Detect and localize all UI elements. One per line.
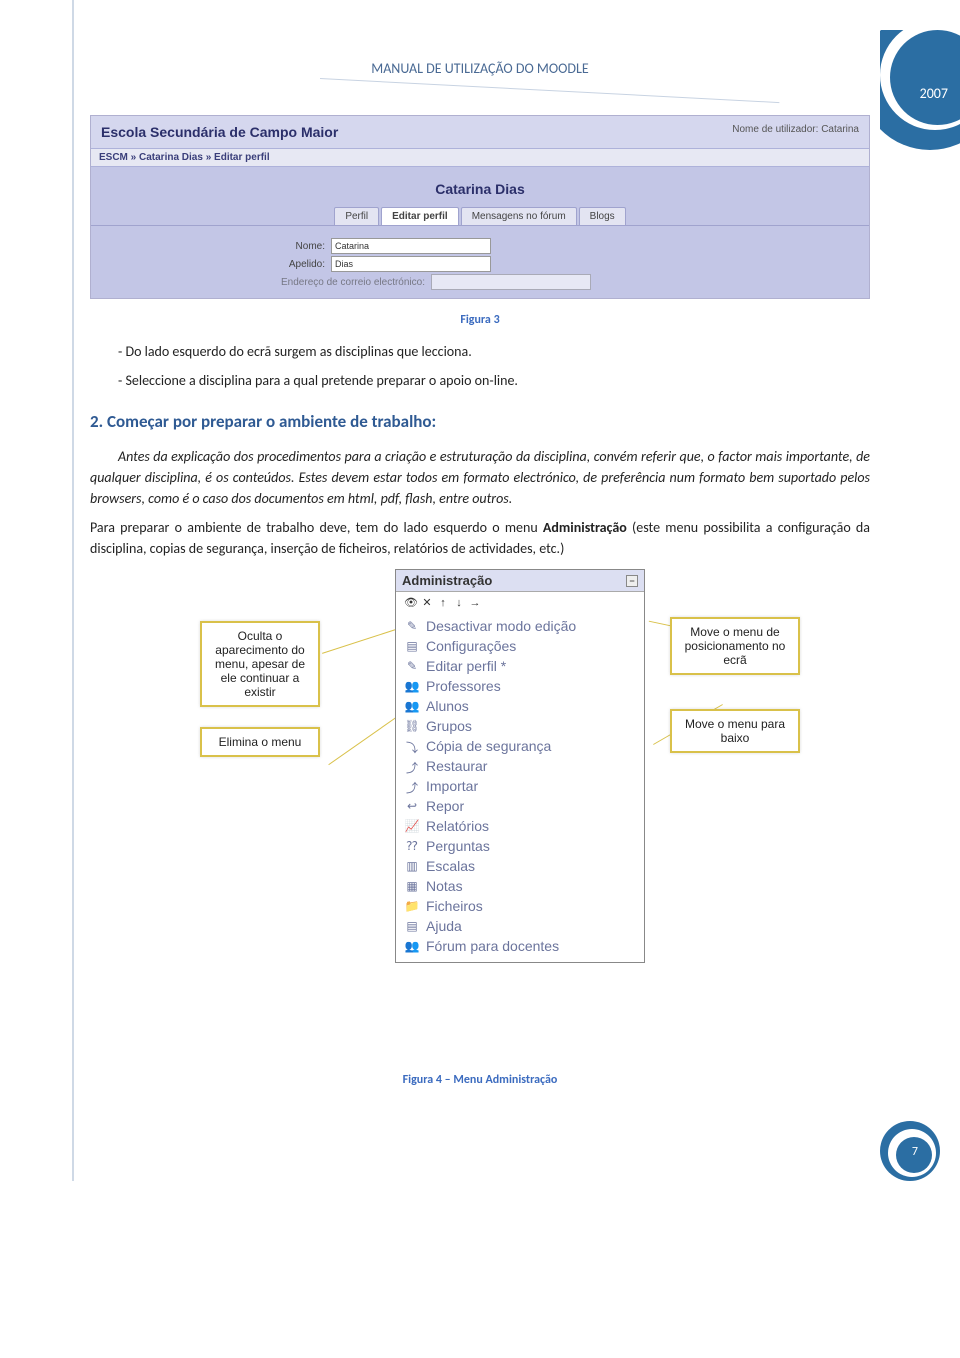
callout-delete: Elimina o menu bbox=[200, 727, 320, 757]
admin-item-ajuda[interactable]: ▤Ajuda bbox=[404, 916, 636, 936]
edit-icon: ✎ bbox=[404, 659, 420, 673]
school-name: Escola Secundária de Campo Maior bbox=[101, 124, 338, 140]
admin-item-importar[interactable]: ⤴Importar bbox=[404, 776, 636, 796]
screenshot-profile: Escola Secundária de Campo Maior Nome de… bbox=[90, 115, 870, 299]
paragraph-4: Para preparar o ambiente de trabalho dev… bbox=[90, 517, 870, 559]
edit-icon: ✎ bbox=[404, 619, 420, 633]
people-icon: 👥 bbox=[404, 699, 420, 713]
label-email: Endereço de correio electrónico: bbox=[211, 277, 431, 288]
label-nome: Nome: bbox=[211, 241, 331, 252]
grades-icon: ▦ bbox=[404, 879, 420, 893]
tabs-row: Perfil Editar perfil Mensagens no fórum … bbox=[91, 207, 869, 225]
right-arrow-icon[interactable]: → bbox=[468, 596, 482, 610]
scale-icon: ▥ bbox=[404, 859, 420, 873]
admin-item-forum[interactable]: 👥Fórum para docentes bbox=[404, 936, 636, 956]
restore-icon: ⤴ bbox=[404, 759, 420, 773]
import-icon: ⤴ bbox=[404, 779, 420, 793]
admin-item-desactivar[interactable]: ✎Desactivar modo edição bbox=[404, 616, 636, 636]
tab-mensagens[interactable]: Mensagens no fórum bbox=[461, 207, 577, 225]
input-email[interactable] bbox=[431, 274, 591, 290]
admin-item-restaurar[interactable]: ⤴Restaurar bbox=[404, 756, 636, 776]
tab-perfil[interactable]: Perfil bbox=[334, 207, 379, 225]
profile-name: Catarina Dias bbox=[91, 167, 869, 207]
page-number: 7 bbox=[912, 1145, 918, 1159]
label-apelido: Apelido: bbox=[211, 259, 331, 270]
admin-item-backup[interactable]: ⤵Cópia de segurança bbox=[404, 736, 636, 756]
admin-list: ✎Desactivar modo edição ▤Configurações ✎… bbox=[396, 614, 644, 962]
callout-hide: Oculta o aparecimento do menu, apesar de… bbox=[200, 621, 320, 707]
admin-item-grupos[interactable]: ⛓Grupos bbox=[404, 716, 636, 736]
paragraph-2: - Seleccione a disciplina para a qual pr… bbox=[90, 370, 870, 391]
admin-block-title: Administração bbox=[402, 573, 492, 588]
up-arrow-icon[interactable]: ↑ bbox=[436, 596, 450, 610]
admin-item-ficheiros[interactable]: 📁Ficheiros bbox=[404, 896, 636, 916]
admin-item-alunos[interactable]: 👥Alunos bbox=[404, 696, 636, 716]
input-nome[interactable] bbox=[331, 238, 491, 254]
group-icon: ⛓ bbox=[404, 719, 420, 733]
admin-item-escalas[interactable]: ▥Escalas bbox=[404, 856, 636, 876]
paragraph-3: Antes da explicação dos procedimentos pa… bbox=[90, 446, 870, 509]
page-margin-line bbox=[72, 0, 74, 1181]
admin-item-repor[interactable]: ↩Repor bbox=[404, 796, 636, 816]
chart-icon: 📈 bbox=[404, 819, 420, 833]
figure3-caption: Figura 3 bbox=[90, 313, 870, 327]
settings-icon: ▤ bbox=[404, 639, 420, 653]
help-icon: ▤ bbox=[404, 919, 420, 933]
logged-user-label: Nome de utilizador: Catarina bbox=[732, 124, 859, 140]
folder-icon: 📁 bbox=[404, 899, 420, 913]
tab-blogs[interactable]: Blogs bbox=[579, 207, 626, 225]
people-icon: 👥 bbox=[404, 679, 420, 693]
x-icon[interactable]: ✕ bbox=[420, 596, 434, 610]
input-apelido[interactable] bbox=[331, 256, 491, 272]
tab-editar-perfil[interactable]: Editar perfil bbox=[381, 207, 459, 225]
admin-block: Administração − 👁 ✕ ↑ ↓ → ✎Desactivar mo… bbox=[395, 569, 645, 963]
backup-icon: ⤵ bbox=[404, 739, 420, 753]
year-badge: 2007 bbox=[880, 30, 960, 190]
year-text: 2007 bbox=[920, 85, 948, 102]
callout-move-down: Move o menu para baixo bbox=[670, 709, 800, 753]
breadcrumb: ESCM » Catarina Dias » Editar perfil bbox=[91, 148, 869, 167]
callout-move-position: Move o menu de posicionamento no ecrã bbox=[670, 617, 800, 675]
admin-item-perguntas[interactable]: ⁇Perguntas bbox=[404, 836, 636, 856]
collapse-icon[interactable]: − bbox=[626, 575, 638, 587]
page-title: MANUAL DE UTILIZAÇÃO DO MOODLE bbox=[0, 0, 960, 77]
question-icon: ⁇ bbox=[404, 839, 420, 853]
section-2-heading: 2. Começar por preparar o ambiente de tr… bbox=[90, 411, 870, 432]
page-number-badge: 7 bbox=[880, 1121, 930, 1171]
forum-icon: 👥 bbox=[404, 939, 420, 953]
down-arrow-icon[interactable]: ↓ bbox=[452, 596, 466, 610]
figure4-admin: Oculta o aparecimento do menu, apesar de… bbox=[90, 569, 870, 1059]
eye-icon[interactable]: 👁 bbox=[404, 596, 418, 610]
reset-icon: ↩ bbox=[404, 799, 420, 813]
admin-item-configuracoes[interactable]: ▤Configurações bbox=[404, 636, 636, 656]
admin-toolbar: 👁 ✕ ↑ ↓ → bbox=[396, 592, 644, 614]
admin-item-editar-perfil[interactable]: ✎Editar perfil * bbox=[404, 656, 636, 676]
admin-item-professores[interactable]: 👥Professores bbox=[404, 676, 636, 696]
admin-item-notas[interactable]: ▦Notas bbox=[404, 876, 636, 896]
admin-item-relatorios[interactable]: 📈Relatórios bbox=[404, 816, 636, 836]
figure4-caption: Figura 4 – Menu Administração bbox=[90, 1073, 870, 1087]
paragraph-1: - Do lado esquerdo do ecrã surgem as dis… bbox=[90, 341, 870, 362]
